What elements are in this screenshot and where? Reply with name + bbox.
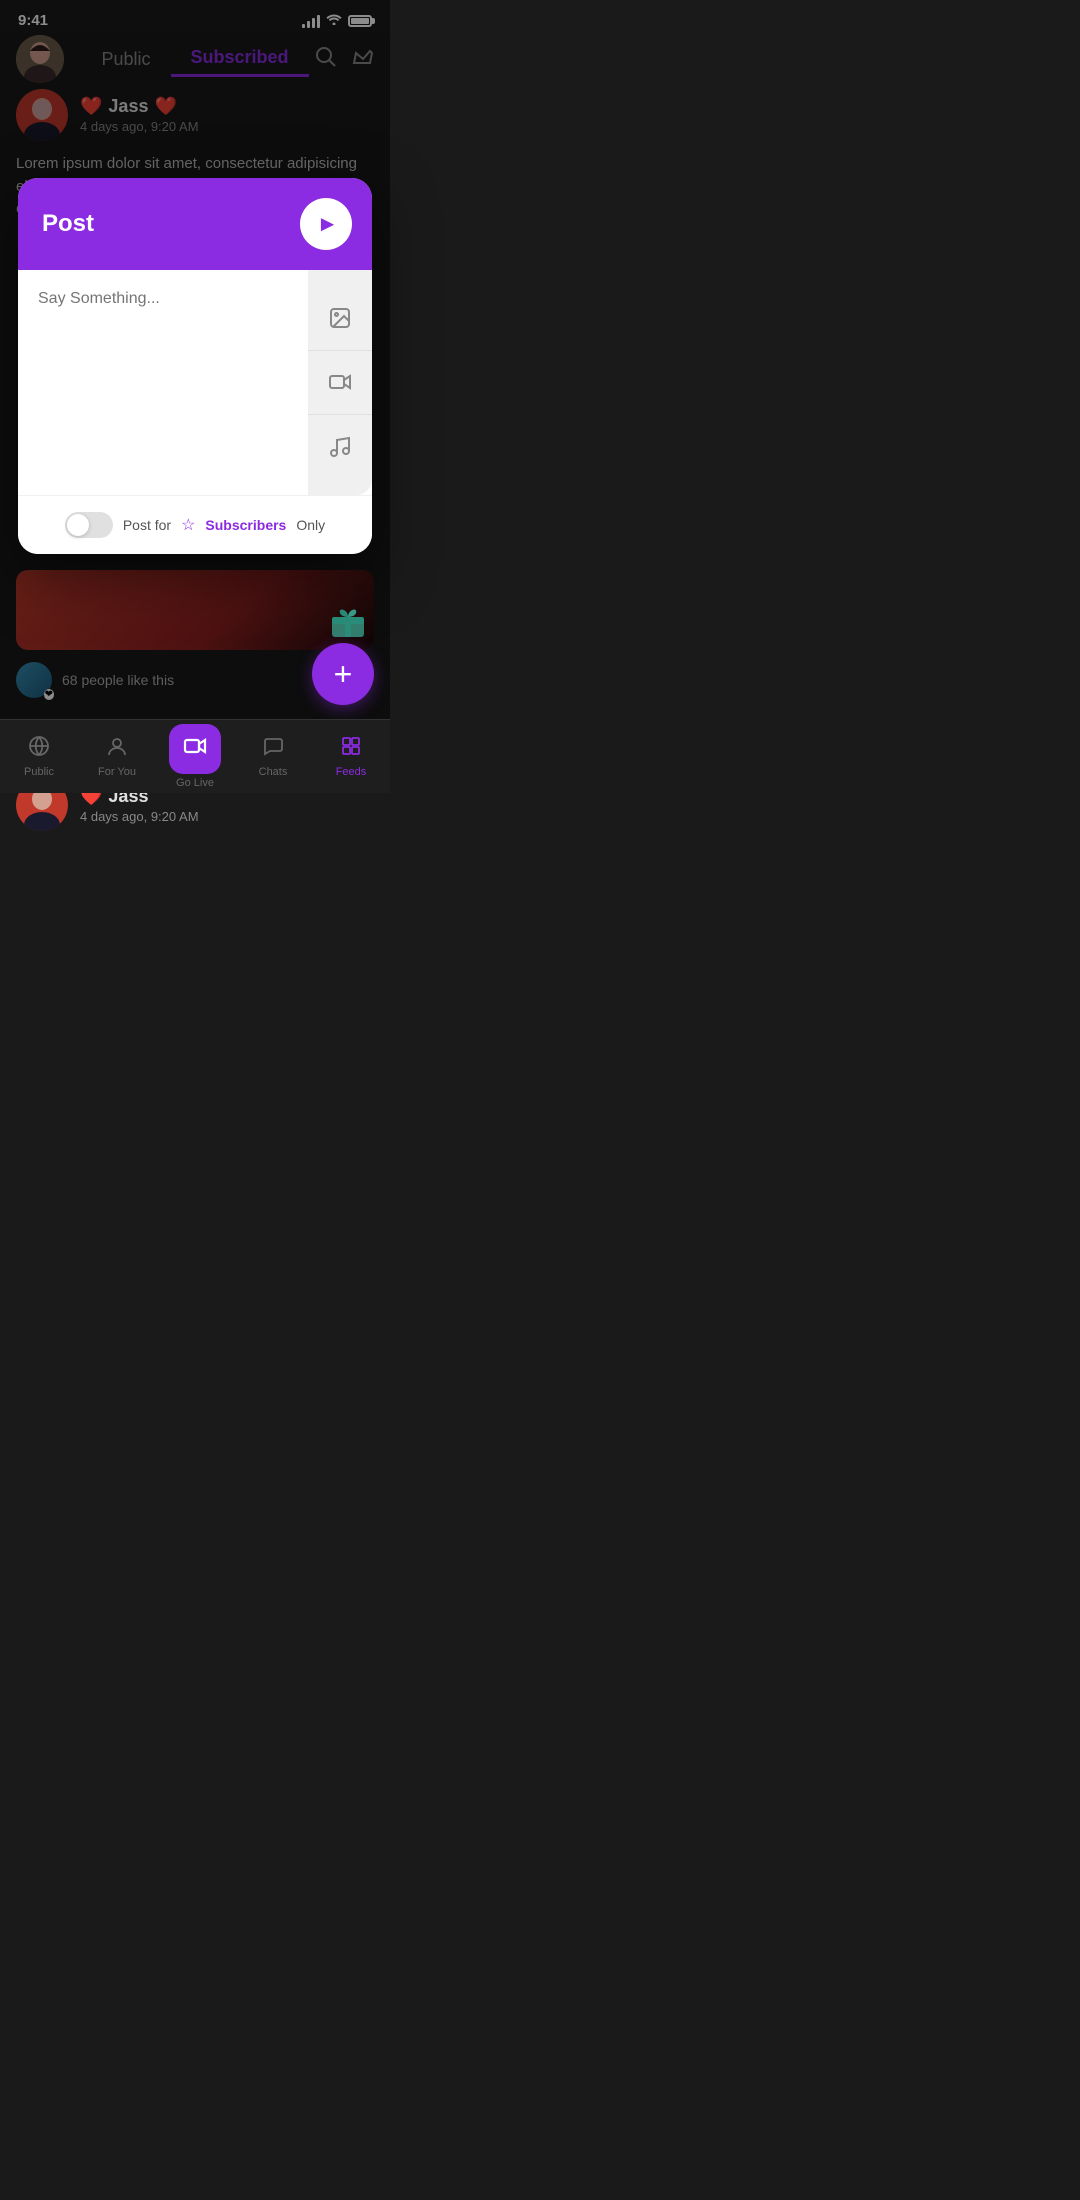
public-nav-icon xyxy=(28,735,50,763)
foryou-nav-icon xyxy=(106,735,128,763)
modal-title: Post xyxy=(42,210,94,238)
send-button[interactable]: ► xyxy=(300,198,352,250)
nav-chats[interactable]: Chats xyxy=(234,735,312,778)
video-upload-button[interactable] xyxy=(308,351,372,415)
modal-body xyxy=(18,270,372,495)
image-upload-button[interactable] xyxy=(308,287,372,351)
post-input[interactable] xyxy=(38,290,288,470)
modal-header: Post ► xyxy=(18,178,372,270)
post-for-label: Post for xyxy=(123,517,171,533)
only-label: Only xyxy=(296,517,325,533)
post-modal: Post ► xyxy=(18,178,372,554)
chats-nav-icon xyxy=(262,735,284,763)
send-arrow-icon: ► xyxy=(317,211,339,237)
star-icon: ☆ xyxy=(181,515,195,535)
golive-nav-label: Go Live xyxy=(176,777,214,789)
plus-icon: + xyxy=(334,658,353,690)
bottom-navigation: Public For You Go Live Chats xyxy=(0,719,390,793)
toggle-knob xyxy=(67,514,89,536)
music-upload-button[interactable] xyxy=(308,415,372,479)
golive-button[interactable] xyxy=(169,724,221,774)
subscribers-toggle[interactable] xyxy=(65,512,113,538)
nav-feeds[interactable]: Feeds xyxy=(312,735,390,778)
public-nav-label: Public xyxy=(24,766,54,778)
foryou-nav-label: For You xyxy=(98,766,136,778)
modal-footer: Post for ☆ Subscribers Only xyxy=(18,495,372,554)
create-post-fab[interactable]: + xyxy=(312,643,374,705)
feeds-nav-icon xyxy=(340,735,362,763)
golive-icon xyxy=(183,734,207,764)
nav-public[interactable]: Public xyxy=(0,735,78,778)
feeds-nav-label: Feeds xyxy=(336,766,367,778)
nav-foryou[interactable]: For You xyxy=(78,735,156,778)
chats-nav-label: Chats xyxy=(259,766,288,778)
nav-golive[interactable]: Go Live xyxy=(156,724,234,789)
second-post-time: 4 days ago, 9:20 AM xyxy=(80,809,199,824)
gift-button[interactable] xyxy=(322,593,374,645)
modal-textarea-area xyxy=(18,270,308,495)
subscribers-label: Subscribers xyxy=(205,517,286,533)
media-buttons xyxy=(308,270,372,495)
